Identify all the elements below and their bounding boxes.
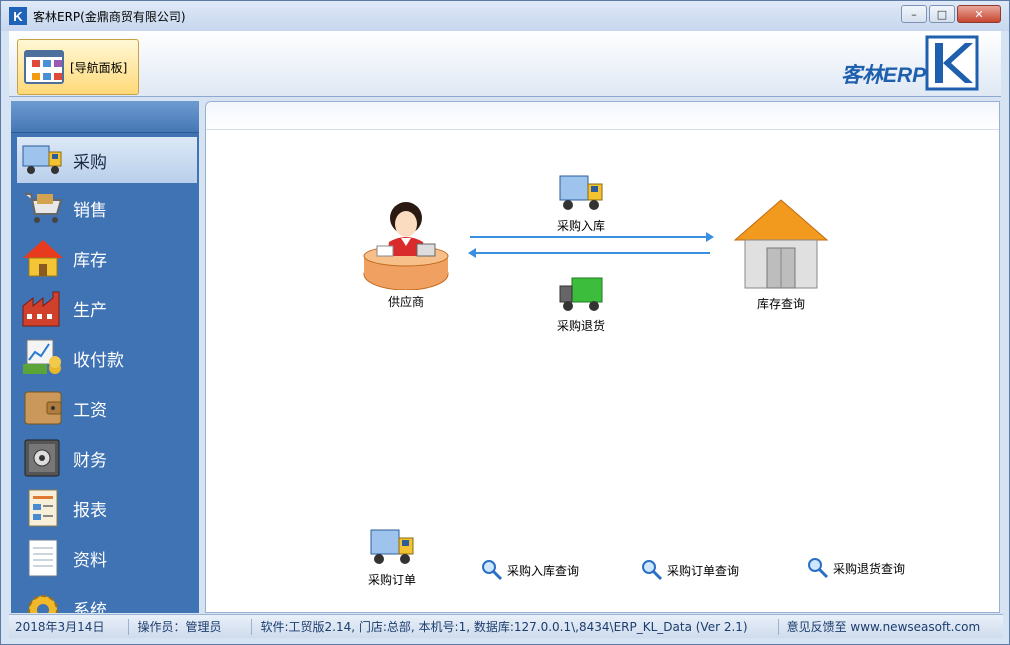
status-bar: 2018年3月14日 操作员：管理员 软件:工贸版2.14, 门店:总部, 本机…	[9, 614, 1003, 638]
sidebar-item-salary[interactable]: 工资	[11, 383, 199, 433]
forward-arrow-head	[706, 232, 714, 242]
sidebar-item-label: 财务	[73, 450, 107, 471]
gear-icon	[21, 586, 65, 613]
nav-panel-button[interactable]: [导航面板]	[17, 39, 139, 95]
status-operator: 操作员：管理员	[137, 620, 222, 634]
supplier-person-icon	[363, 202, 449, 291]
forward-arrow	[470, 236, 710, 238]
house-icon	[21, 236, 65, 280]
truck-icon	[370, 529, 414, 564]
window-title: 客林ERP(金鼎商贸有限公司)	[33, 9, 186, 24]
return-arrow-head	[468, 248, 476, 258]
truck-icon	[559, 175, 603, 210]
status-info: 软件:工贸版2.14, 门店:总部, 本机号:1, 数据库:127.0.0.1\…	[260, 620, 748, 634]
sidebar-item-label: 库存	[73, 250, 107, 271]
sidebar-item-payments[interactable]: 收付款	[11, 333, 199, 383]
search-icon	[642, 560, 663, 581]
wallet-icon	[21, 386, 65, 430]
search-icon	[808, 558, 829, 579]
sidebar-header	[11, 101, 199, 133]
truck-icon	[21, 138, 65, 182]
supplier-node[interactable]: 供应商	[356, 198, 456, 310]
document-icon	[21, 536, 65, 580]
purchase-return-query-link[interactable]: 采购退货查询	[806, 556, 905, 580]
status-divider	[128, 618, 130, 635]
return-arrow	[474, 252, 710, 254]
shopping-cart-icon	[21, 186, 65, 230]
k-logo-icon	[925, 35, 979, 91]
purchase-order-node[interactable]: 采购订单	[356, 526, 428, 588]
sidebar-item-label: 系统	[73, 600, 107, 614]
money-chart-icon	[21, 336, 65, 380]
sidebar-item-system[interactable]: 系统	[11, 583, 199, 613]
purchase-order-query-link[interactable]: 采购订单查询	[640, 558, 739, 582]
sidebar-item-label: 收付款	[73, 350, 124, 371]
warehouse-icon	[733, 199, 829, 289]
sidebar-item-reports[interactable]: 报表	[11, 483, 199, 533]
main-panel: 供应商 采购入库 采购退货 库存查询 采购订单 采购入库查询 采购订单查询 采购…	[205, 101, 1000, 613]
sidebar-item-label: 销售	[73, 200, 107, 221]
purchase-order-label: 采购订单	[367, 573, 416, 587]
sidebar-item-label: 报表	[73, 500, 107, 521]
title-bar[interactable]: K 客林ERP(金鼎商贸有限公司) – □ ✕	[1, 1, 1009, 31]
status-divider	[251, 618, 253, 635]
purchase-in-node[interactable]: 采购入库	[546, 172, 616, 234]
sidebar-item-production[interactable]: 生产	[11, 283, 199, 333]
purchase-return-node[interactable]: 采购退货	[546, 274, 616, 334]
purchase-in-query-label: 采购入库查询	[507, 563, 580, 578]
supplier-label: 供应商	[387, 295, 424, 309]
status-feedback[interactable]: 意见反馈至 www.newseasoft.com	[787, 618, 981, 635]
close-button[interactable]: ✕	[957, 5, 1001, 23]
sidebar: 采购 销售 库存 生产 收付款 工资 财务 报表 资料 系统	[11, 101, 199, 613]
sidebar-item-purchase[interactable]: 采购	[17, 137, 197, 183]
purchase-return-label: 采购退货	[556, 319, 605, 333]
inventory-query-label: 库存查询	[756, 297, 805, 311]
purchase-in-label: 采购入库	[556, 219, 605, 233]
dashboard-grid-icon	[24, 50, 64, 84]
nav-panel-label: [导航面板]	[70, 60, 128, 75]
safe-icon	[21, 436, 65, 480]
green-truck-icon	[559, 277, 603, 311]
sidebar-item-label: 采购	[73, 152, 107, 173]
purchase-order-query-label: 采购订单查询	[667, 563, 740, 578]
purchase-in-query-link[interactable]: 采购入库查询	[480, 558, 579, 582]
window-controls: – □ ✕	[901, 5, 1001, 23]
status-divider	[777, 618, 779, 635]
sidebar-item-label: 资料	[73, 550, 107, 571]
search-icon	[482, 560, 503, 581]
brand-text: 客林ERP	[841, 64, 927, 87]
sidebar-item-sales[interactable]: 销售	[11, 183, 199, 233]
status-date: 2018年3月14日	[15, 620, 105, 634]
sidebar-item-finance[interactable]: 财务	[11, 433, 199, 483]
brand-logo: 客林ERP	[841, 35, 981, 93]
factory-icon	[21, 286, 65, 330]
sidebar-item-inventory[interactable]: 库存	[11, 233, 199, 283]
main-panel-header	[206, 102, 999, 130]
sidebar-item-label: 工资	[73, 400, 107, 421]
minimize-button[interactable]: –	[901, 5, 927, 23]
inventory-query-node[interactable]: 库存查询	[726, 196, 836, 312]
report-icon	[21, 486, 65, 530]
maximize-button[interactable]: □	[929, 5, 955, 23]
sidebar-item-data[interactable]: 资料	[11, 533, 199, 583]
ribbon: [导航面板] 客林ERP	[9, 31, 1001, 97]
app-logo-icon: K	[9, 7, 27, 25]
sidebar-item-label: 生产	[73, 300, 107, 321]
app-window: K 客林ERP(金鼎商贸有限公司) – □ ✕ [导航面板] 客林ERP 采购 …	[0, 0, 1010, 645]
purchase-return-query-label: 采购退货查询	[833, 561, 906, 576]
